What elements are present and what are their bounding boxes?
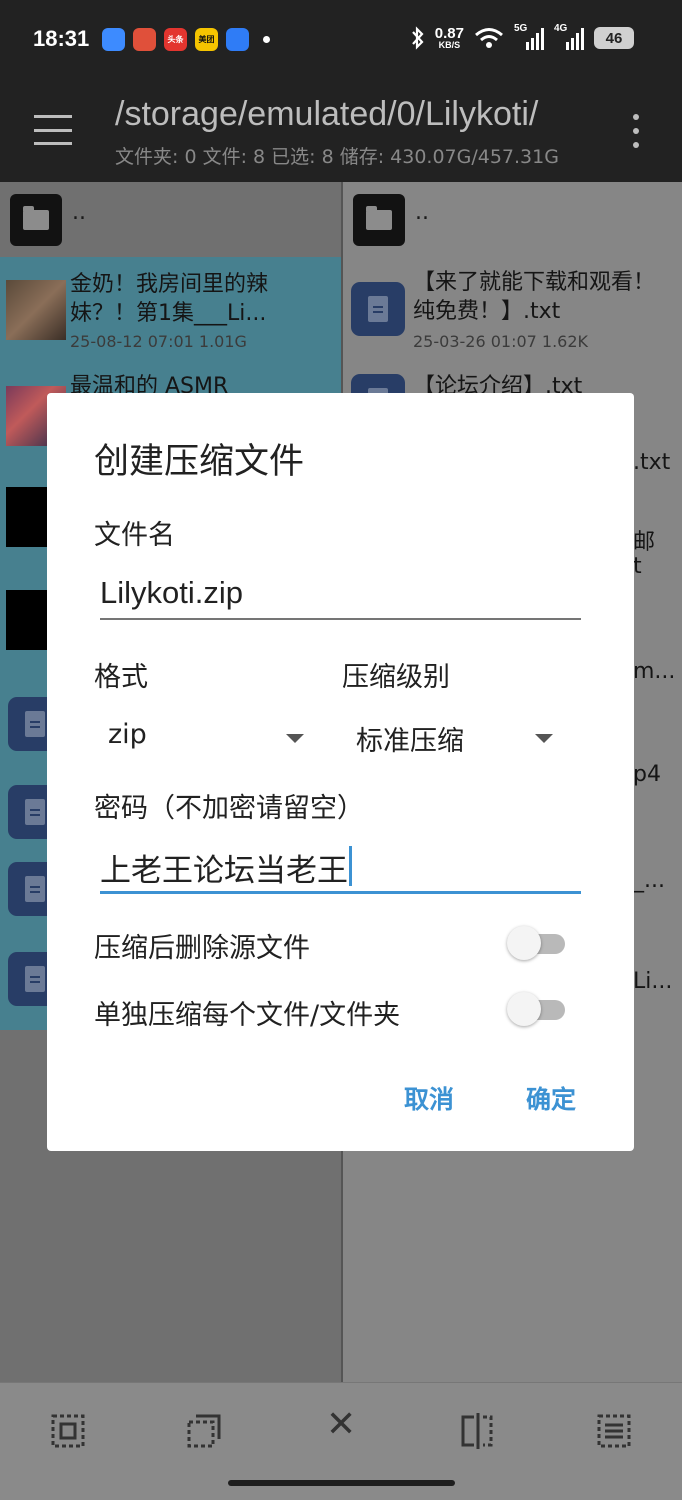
cancel-button[interactable]: 取消 [404,1080,454,1116]
compression-level-label: 压缩级别 [342,662,450,693]
more-notifications-dot [263,36,270,43]
more-options-icon[interactable] [631,114,641,148]
password-label: 密码（不加密请留空） [94,793,364,824]
delete-source-toggle[interactable] [507,925,567,961]
battery-indicator: 46 [594,27,634,49]
filename-input[interactable]: Lilykoti.zip [100,575,243,611]
chevron-down-icon [535,734,553,743]
file-name-fragment: m... [633,659,676,684]
signal-4g-icon: 4G [554,23,584,50]
net-speed-value: 0.87 [434,25,464,42]
list-item[interactable]: 【来了就能下载和观看！纯免费！】.txt 25-03-26 01:07 1.62… [343,264,682,354]
status-time: 18:31 [33,26,90,51]
format-select[interactable]: zip [94,713,314,765]
file-name-fragment: p4 [633,762,661,787]
status-right-group: 0.87 KB/S 5G 4G 46 [411,23,634,50]
text-cursor [349,845,352,886]
file-name: 金奶！我房间里的辣妹？！第1集___Li... [70,272,269,326]
filename-underline [100,618,581,620]
invert-selection-icon[interactable] [459,1413,495,1449]
file-name-fragment: 邮 [633,530,656,555]
format-label: 格式 [94,662,148,693]
parent-directory-label: .. [415,200,429,225]
file-meta: 25-08-12 07:01 1.01G [70,332,247,351]
parent-directory-row[interactable]: .. [0,182,341,257]
list-select-icon[interactable] [596,1413,632,1449]
notification-icons: 头条 美团 [102,28,270,51]
password-underline [100,891,581,894]
file-name: 【来了就能下载和观看！纯免费！】.txt [413,270,656,324]
folder-icon [10,194,62,246]
storage-info: 文件夹: 0 文件: 8 已选: 8 储存: 430.07G/457.31G [115,146,559,168]
compress-separately-toggle[interactable] [507,991,567,1027]
current-path: /storage/emulated/0/Lilykoti/ [115,95,539,133]
chevron-down-icon [286,734,304,743]
compression-level-select[interactable]: 标准压缩 [342,713,562,765]
wifi-icon [475,28,503,48]
status-bar: 18:31 头条 美团 0.87 KB/S 5G 4G 46 [0,0,682,80]
net-speed-unit: KB/S [438,40,461,50]
gesture-bar[interactable] [228,1480,455,1486]
app-icon-toutiao: 头条 [164,28,187,51]
parent-directory-label: .. [72,200,86,225]
filename-label: 文件名 [94,520,175,551]
menu-icon[interactable] [34,115,72,145]
select-all-icon[interactable] [50,1413,86,1449]
password-field[interactable]: 上老王论坛当老王 [100,843,581,893]
compression-level-value: 标准压缩 [356,726,464,757]
app-icon-red [133,28,156,51]
net-speed: 0.87 KB/S [435,26,464,50]
password-input[interactable]: 上老王论坛当老王 [100,845,348,890]
video-thumbnail [6,280,66,340]
dialog-title: 创建压缩文件 [94,442,305,482]
app-icon-browser [226,28,249,51]
select-range-icon[interactable] [186,1413,222,1449]
ok-button[interactable]: 确定 [526,1080,576,1116]
create-archive-dialog: 创建压缩文件 文件名 Lilykoti.zip 格式 压缩级别 zip 标准压缩… [47,393,634,1151]
file-meta: 25-03-26 01:07 1.62K [413,332,589,351]
file-name-fragment: _... [633,868,665,893]
folder-icon [353,194,405,246]
parent-directory-row[interactable]: .. [343,182,682,257]
document-icon [351,282,405,336]
compress-separately-label: 单独压缩每个文件/文件夹 [94,1000,401,1031]
format-value: zip [108,719,147,750]
list-item[interactable]: 金奶！我房间里的辣妹？！第1集___Li... 25-08-12 07:01 1… [0,264,341,351]
file-name-fragment: t [633,554,642,579]
close-icon[interactable]: ✕ [326,1407,356,1443]
delete-source-label: 压缩后删除源文件 [94,933,310,964]
app-icon-meituan: 美团 [195,28,218,51]
file-name-fragment: .txt [633,450,671,475]
signal-5g-icon: 5G [514,23,544,50]
bluetooth-icon [411,26,424,50]
file-name-fragment: Li... [633,969,673,994]
app-bar: /storage/emulated/0/Lilykoti/ 文件夹: 0 文件:… [0,80,682,182]
app-icon-blue [102,28,125,51]
